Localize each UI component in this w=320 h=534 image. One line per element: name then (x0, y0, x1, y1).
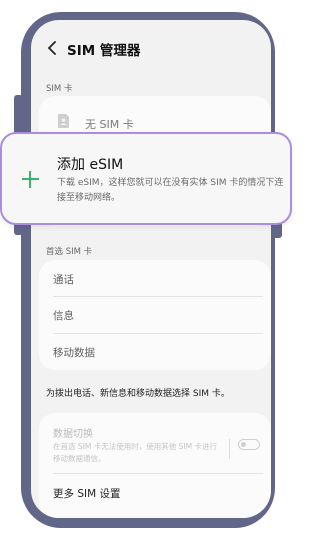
data-switch-card: 数据切换 在首选 SIM 卡无法使用时，使用其他 SIM 卡进行移动数据通信。 … (39, 413, 271, 518)
preferred-item-mobile-data[interactable]: 移动数据 (53, 345, 95, 360)
preferred-item-messages[interactable]: 信息 (53, 308, 74, 323)
screen: SIM 管理器 SIM 卡 无 SIM 卡 首选 SIM 卡 通话 信息 移动数… (31, 20, 271, 518)
toggle-knob (241, 441, 246, 447)
info-text: 为拨出电话、新信息和移动数据选择 SIM 卡。 (46, 389, 230, 399)
back-arrow-icon[interactable] (47, 41, 57, 55)
data-switch-title: 数据切换 (53, 429, 93, 440)
divider (53, 296, 263, 297)
add-esim-description: 下载 eSIM，这样您就可以在没有实体 SIM 卡的情况下连接至移动网络。 (57, 178, 284, 203)
top-bar: SIM 管理器 (31, 20, 271, 76)
sim-card-icon (58, 114, 69, 128)
data-switch-toggle[interactable] (238, 439, 260, 450)
more-sim-settings[interactable]: 更多 SIM 设置 (53, 486, 121, 501)
vertical-divider (229, 439, 230, 459)
divider (53, 473, 263, 474)
add-esim-title: 添加 eSIM (57, 157, 124, 173)
preferred-sim-card: 通话 信息 移动数据 (39, 260, 271, 370)
page-title: SIM 管理器 (67, 43, 141, 59)
sim-section-label: SIM 卡 (46, 84, 73, 94)
divider (53, 333, 263, 334)
data-switch-description: 在首选 SIM 卡无法使用时，使用其他 SIM 卡进行移动数据通信。 (53, 442, 217, 463)
add-esim-card[interactable]: 添加 eSIM 下载 eSIM，这样您就可以在没有实体 SIM 卡的情况下连接至… (0, 132, 292, 225)
preferred-sim-label: 首选 SIM 卡 (46, 247, 93, 257)
no-sim-label: 无 SIM 卡 (85, 118, 134, 131)
plus-icon (22, 171, 39, 188)
preferred-item-calls[interactable]: 通话 (53, 272, 74, 287)
